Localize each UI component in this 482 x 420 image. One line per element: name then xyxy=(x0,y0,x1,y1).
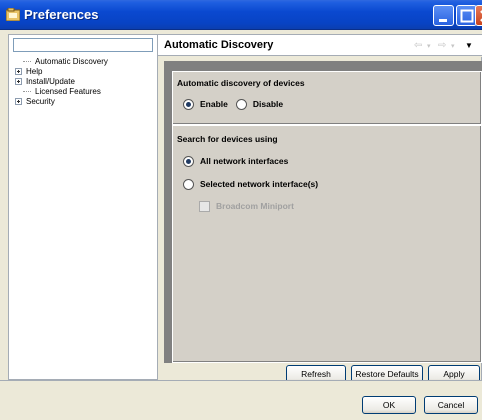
title-bar: Preferences xyxy=(0,0,482,30)
discovery-group-title: Automatic discovery of devices xyxy=(177,78,305,88)
broadcom-label: Broadcom Miniport xyxy=(216,201,294,211)
expand-icon[interactable] xyxy=(15,68,22,75)
selected-interfaces-option[interactable]: Selected network interface(s) xyxy=(183,177,318,191)
expand-icon[interactable] xyxy=(15,98,22,105)
page-content: Automatic discovery of devices Enable Di… xyxy=(164,61,482,363)
broadcom-checkbox xyxy=(199,200,210,212)
search-group-title: Search for devices using xyxy=(177,134,278,144)
view-menu-icon[interactable]: ▼ xyxy=(465,41,473,50)
enable-radio-row[interactable]: Enable Disable xyxy=(183,97,283,111)
search-group: Search for devices using All network int… xyxy=(172,125,482,363)
history-navigation: ⇦ ▾ ⇨ ▾ ▼ xyxy=(414,40,480,52)
maximize-button[interactable] xyxy=(456,5,477,26)
page-body: Automatic discovery of devices Enable Di… xyxy=(158,57,482,383)
dialog-button-bar: OK Cancel xyxy=(0,380,482,420)
window-title: Preferences xyxy=(24,7,99,22)
broadcom-option: Broadcom Miniport xyxy=(199,199,294,213)
ok-button[interactable]: OK xyxy=(362,396,416,414)
preferences-icon xyxy=(5,7,21,22)
preference-tree-panel: Automatic Discovery Help Install/Update … xyxy=(8,34,158,380)
selected-interfaces-label: Selected network interface(s) xyxy=(200,179,319,189)
selected-interfaces-radio[interactable] xyxy=(183,178,194,190)
back-arrow-icon[interactable]: ⇦ xyxy=(414,40,422,51)
close-button[interactable] xyxy=(475,5,482,26)
all-interfaces-option[interactable]: All network interfaces xyxy=(183,154,288,168)
enable-label: Enable xyxy=(200,99,228,109)
discovery-group: Automatic discovery of devices Enable Di… xyxy=(172,71,482,125)
minimize-button[interactable] xyxy=(433,5,454,26)
forward-arrow-icon[interactable]: ⇨ xyxy=(438,40,446,51)
all-interfaces-label: All network interfaces xyxy=(200,156,289,166)
page-header: Automatic Discovery ⇦ ▾ ⇨ ▾ ▼ xyxy=(158,34,482,56)
filter-input[interactable] xyxy=(13,38,153,52)
expand-icon[interactable] xyxy=(15,78,22,85)
page-title: Automatic Discovery xyxy=(164,39,274,51)
enable-radio[interactable] xyxy=(183,98,194,110)
tree-item-label: Security xyxy=(26,97,55,106)
back-dropdown-icon[interactable]: ▾ xyxy=(427,42,431,50)
disable-radio[interactable] xyxy=(235,98,247,110)
forward-dropdown-icon[interactable]: ▾ xyxy=(451,42,455,50)
all-interfaces-radio[interactable] xyxy=(183,155,194,167)
disable-label: Disable xyxy=(252,99,284,109)
cancel-button[interactable]: Cancel xyxy=(424,396,478,414)
tree-item-label: Automatic Discovery xyxy=(35,57,108,66)
